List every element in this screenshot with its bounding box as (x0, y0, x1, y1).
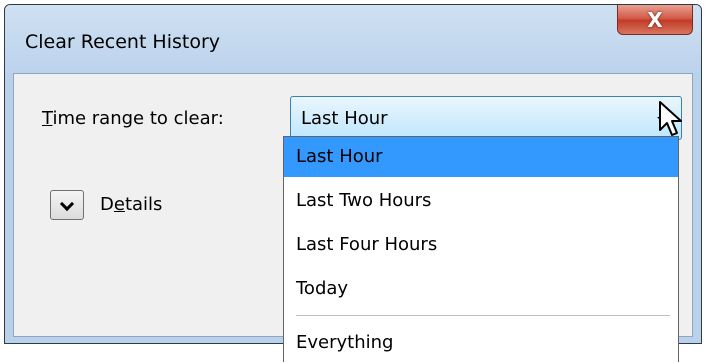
option-separator (296, 315, 670, 316)
chevron-down-icon (59, 196, 75, 212)
option-everything[interactable]: Everything (284, 323, 678, 363)
time-range-label-mnemonic: T (42, 108, 53, 129)
time-range-label-text: ime range to clear: (52, 108, 224, 129)
close-icon: X (647, 7, 663, 32)
time-range-select[interactable]: Last Hour (290, 96, 682, 140)
option-last-two-hours[interactable]: Last Two Hours (284, 181, 678, 221)
details-label[interactable]: Details (100, 194, 162, 215)
time-range-dropdown-list[interactable]: Last Hour Last Two Hours Last Four Hours… (283, 136, 679, 362)
time-range-label: Time range to clear: (42, 108, 224, 129)
close-button[interactable]: X (617, 5, 693, 35)
details-expand-button[interactable] (50, 190, 84, 220)
time-range-selected-value: Last Hour (301, 108, 388, 129)
mouse-cursor-icon (659, 101, 682, 136)
option-last-four-hours[interactable]: Last Four Hours (284, 225, 678, 265)
option-today[interactable]: Today (284, 269, 678, 309)
title-bar: Clear Recent History X (5, 5, 701, 73)
window-title: Clear Recent History (25, 31, 221, 53)
option-last-hour[interactable]: Last Hour (284, 137, 678, 177)
